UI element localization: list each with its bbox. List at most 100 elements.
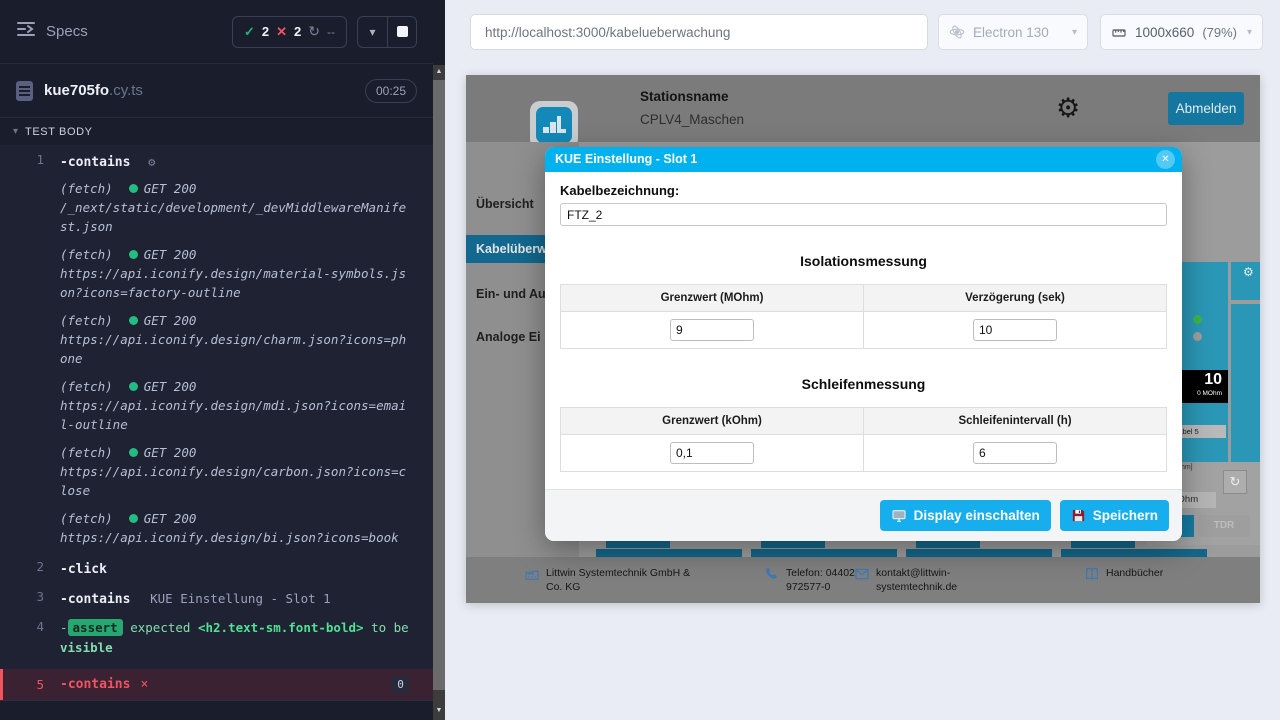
fetch-url: https://api.iconify.design/bi.json?icons… — [60, 528, 412, 547]
spec-file-icon — [16, 81, 33, 101]
tdr-button[interactable]: TDR — [1198, 515, 1250, 537]
status-led-gray — [1193, 332, 1202, 341]
fetch-log[interactable]: (fetch)GET 200 https://api.iconify.desig… — [60, 377, 412, 434]
manuals-link[interactable]: Handbücher — [1106, 566, 1163, 582]
specs-label: Specs — [46, 23, 88, 40]
cable-name-field-label: Kabelbezeichnung: — [560, 183, 1167, 198]
command-name: -contains — [60, 592, 130, 607]
fetch-prefix: (fetch) — [60, 245, 113, 264]
fetch-status: GET 200 — [144, 311, 197, 330]
cable-name-input[interactable] — [560, 203, 1167, 226]
collapse-button[interactable]: ▾ — [358, 17, 387, 47]
scroll-up-icon[interactable]: ▲ — [433, 65, 445, 79]
status-dot — [129, 184, 138, 193]
specs-menu-icon[interactable] — [16, 20, 36, 43]
command-number: 3 — [0, 588, 60, 607]
scroll-down-icon[interactable]: ▼ — [433, 704, 445, 718]
ruler-icon — [1111, 24, 1127, 40]
fetch-status: GET 200 — [144, 179, 197, 198]
browser-select[interactable]: Electron 130 ▾ — [938, 14, 1088, 50]
floppy-save-icon — [1071, 508, 1086, 523]
runner-header: Specs ✓ 2 ✕ 2 ↻ -- ▾ — [0, 0, 433, 64]
fetch-log[interactable]: (fetch)GET 200 https://api.iconify.desig… — [60, 245, 412, 302]
refresh-icon[interactable]: ↻ — [1223, 470, 1247, 494]
close-icon[interactable]: ✕ — [1156, 150, 1175, 169]
isolation-section-title: Isolationsmessung — [560, 253, 1167, 269]
fetch-status: GET 200 — [144, 245, 197, 264]
browser-name: Electron 130 — [973, 25, 1049, 40]
command-arg: KUE Einstellung - Slot 1 — [150, 591, 331, 606]
chevron-down-icon: ▾ — [369, 25, 375, 39]
spec-extension: .cy.ts — [109, 82, 143, 99]
url-input[interactable] — [470, 14, 928, 50]
command-number: 1 — [0, 151, 60, 547]
fetch-status: GET 200 — [144, 443, 197, 462]
status-dot — [129, 316, 138, 325]
fetch-url: https://api.iconify.design/charm.json?ic… — [60, 330, 412, 368]
littwin-logo-icon — [536, 107, 572, 143]
command-row[interactable]: 1 -contains ⚙ (fetch)GET 200 /_next/stat… — [0, 151, 433, 547]
command-number: 4 — [0, 618, 60, 658]
assert-dash: - — [60, 620, 68, 635]
viewport-select[interactable]: 1000x660 (79%) ▾ — [1100, 14, 1263, 50]
loop-section-title: Schleifenmessung — [560, 376, 1167, 392]
command-number: 5 — [3, 677, 60, 692]
email-icon — [854, 566, 870, 582]
pending-count: -- — [327, 25, 335, 39]
fetch-url: /_next/static/development/_devMiddleware… — [60, 198, 412, 236]
command-name: -contains — [60, 155, 130, 170]
monitor-icon — [891, 508, 907, 524]
fetch-prefix: (fetch) — [60, 377, 113, 396]
spec-row[interactable]: kue705fo .cy.ts 00:25 — [0, 64, 433, 118]
browser-stage: Electron 130 ▾ 1000x660 (79%) ▾ LITTWIN … — [445, 0, 1280, 720]
pending-icon: ↻ — [308, 23, 320, 40]
assert-badge: assert — [68, 619, 123, 636]
failed-icon: ✕ — [276, 24, 287, 40]
kue-settings-modal: KUE Einstellung - Slot 1 ✕ Kabelbezeichn… — [545, 147, 1182, 541]
viewport-zoom: (79%) — [1202, 25, 1237, 40]
fetch-log[interactable]: (fetch)GET 200 https://api.iconify.desig… — [60, 443, 412, 500]
fetch-log[interactable]: (fetch)GET 200 https://api.iconify.desig… — [60, 311, 412, 368]
runner-scrollbar[interactable]: ▲ ▼ — [433, 65, 445, 720]
logout-button[interactable]: Abmelden — [1168, 92, 1244, 125]
failed-command-row[interactable]: 5 -contains × 0 — [0, 669, 433, 700]
command-row[interactable]: 2 -click — [0, 558, 433, 577]
fetch-prefix: (fetch) — [60, 179, 113, 198]
iso-delay-input[interactable] — [973, 319, 1057, 341]
scrollbar-thumb[interactable] — [433, 80, 445, 690]
fetch-log[interactable]: (fetch) GET 200 /_next/static/development… — [60, 179, 412, 236]
test-body-toggle[interactable]: ▾ TEST BODY — [0, 118, 433, 145]
spec-name: kue705fo — [44, 82, 109, 99]
loop-limit-input[interactable] — [670, 442, 754, 464]
chevron-down-icon: ▾ — [1072, 27, 1077, 38]
status-dot — [129, 250, 138, 259]
viewport-size: 1000x660 — [1135, 25, 1194, 40]
command-row[interactable]: 3 -contains KUE Einstellung - Slot 1 — [0, 588, 433, 607]
test-body-label: TEST BODY — [25, 126, 93, 138]
fetch-log[interactable]: (fetch) GET 200 https://api.iconify.desig… — [60, 509, 412, 547]
run-stats[interactable]: ✓ 2 ✕ 2 ↻ -- — [232, 16, 347, 48]
command-row[interactable]: 4 -assert expected <h2.text-sm.font-bold… — [0, 618, 433, 658]
display-on-button[interactable]: Display einschalten — [880, 500, 1051, 531]
status-dot — [129, 448, 138, 457]
stop-button[interactable] — [387, 17, 416, 47]
save-button[interactable]: Speichern — [1060, 500, 1169, 531]
command-name: -contains — [60, 677, 130, 692]
chevron-down-icon: ▾ — [13, 126, 18, 137]
command-log: 1 -contains ⚙ (fetch)GET 200 /_next/stat… — [0, 145, 433, 700]
chevron-down-icon: ▾ — [1247, 27, 1252, 38]
retry-count-badge: 0 — [392, 676, 409, 693]
command-number: 2 — [0, 558, 60, 577]
test-runner-panel: Specs ✓ 2 ✕ 2 ↻ -- ▾ kue705fo .cy.ts — [0, 0, 445, 720]
contact-email[interactable]: kontakt@littwin-systemtechnik.de — [876, 566, 992, 594]
loop-interval-input[interactable] — [973, 442, 1057, 464]
iso-limit-input[interactable] — [670, 319, 754, 341]
company-name: Littwin Systemtechnik GmbH & Co. KG — [546, 566, 699, 594]
status-led-green — [1193, 315, 1202, 324]
loop-table: Grenzwert (kOhm) Schleifenintervall (h) — [560, 407, 1167, 472]
app-header: LITTWIN Stationsname CPLV4_Maschen ⚙ Abm… — [466, 75, 1260, 142]
fetch-status: GET 200 — [144, 509, 197, 528]
card-gear-icon[interactable]: ⚙ — [1243, 265, 1254, 279]
settings-gear-icon[interactable]: ⚙ — [1056, 93, 1080, 124]
fetch-prefix: (fetch) — [60, 509, 113, 528]
